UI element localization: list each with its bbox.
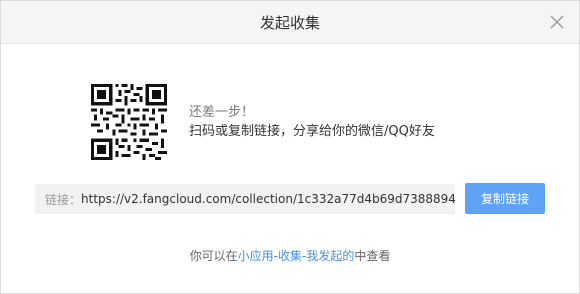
footer-prefix: 你可以在: [189, 249, 238, 263]
status-text: 还差一步！: [189, 105, 255, 120]
my-collections-link[interactable]: 小应用-收集-我发起的: [238, 249, 355, 263]
instruction-text: 扫码或复制链接，分享给你的微信/QQ好友: [189, 124, 435, 139]
link-label: 链接：: [45, 192, 82, 207]
qr-code-icon: [91, 84, 167, 160]
dialog-header: 发起收集: [1, 1, 579, 44]
share-section: 还差一步！ 扫码或复制链接，分享给你的微信/QQ好友: [91, 84, 435, 160]
share-message: 还差一步！ 扫码或复制链接，分享给你的微信/QQ好友: [189, 103, 435, 141]
collect-dialog: 发起收集 还差一步！ 扫码或复制链接，分享给你的微信/QQ好友 链接： http…: [0, 0, 580, 294]
copy-link-button[interactable]: 复制链接: [465, 183, 545, 214]
footer-note: 你可以在小应用-收集-我发起的中查看: [1, 247, 579, 264]
link-value[interactable]: https://v2.fangcloud.com/collection/1c33…: [81, 192, 455, 206]
footer-suffix: 中查看: [354, 249, 391, 263]
close-icon[interactable]: [549, 14, 565, 30]
dialog-title: 发起收集: [259, 13, 320, 32]
link-field[interactable]: 链接： https://v2.fangcloud.com/collection/…: [35, 184, 455, 214]
